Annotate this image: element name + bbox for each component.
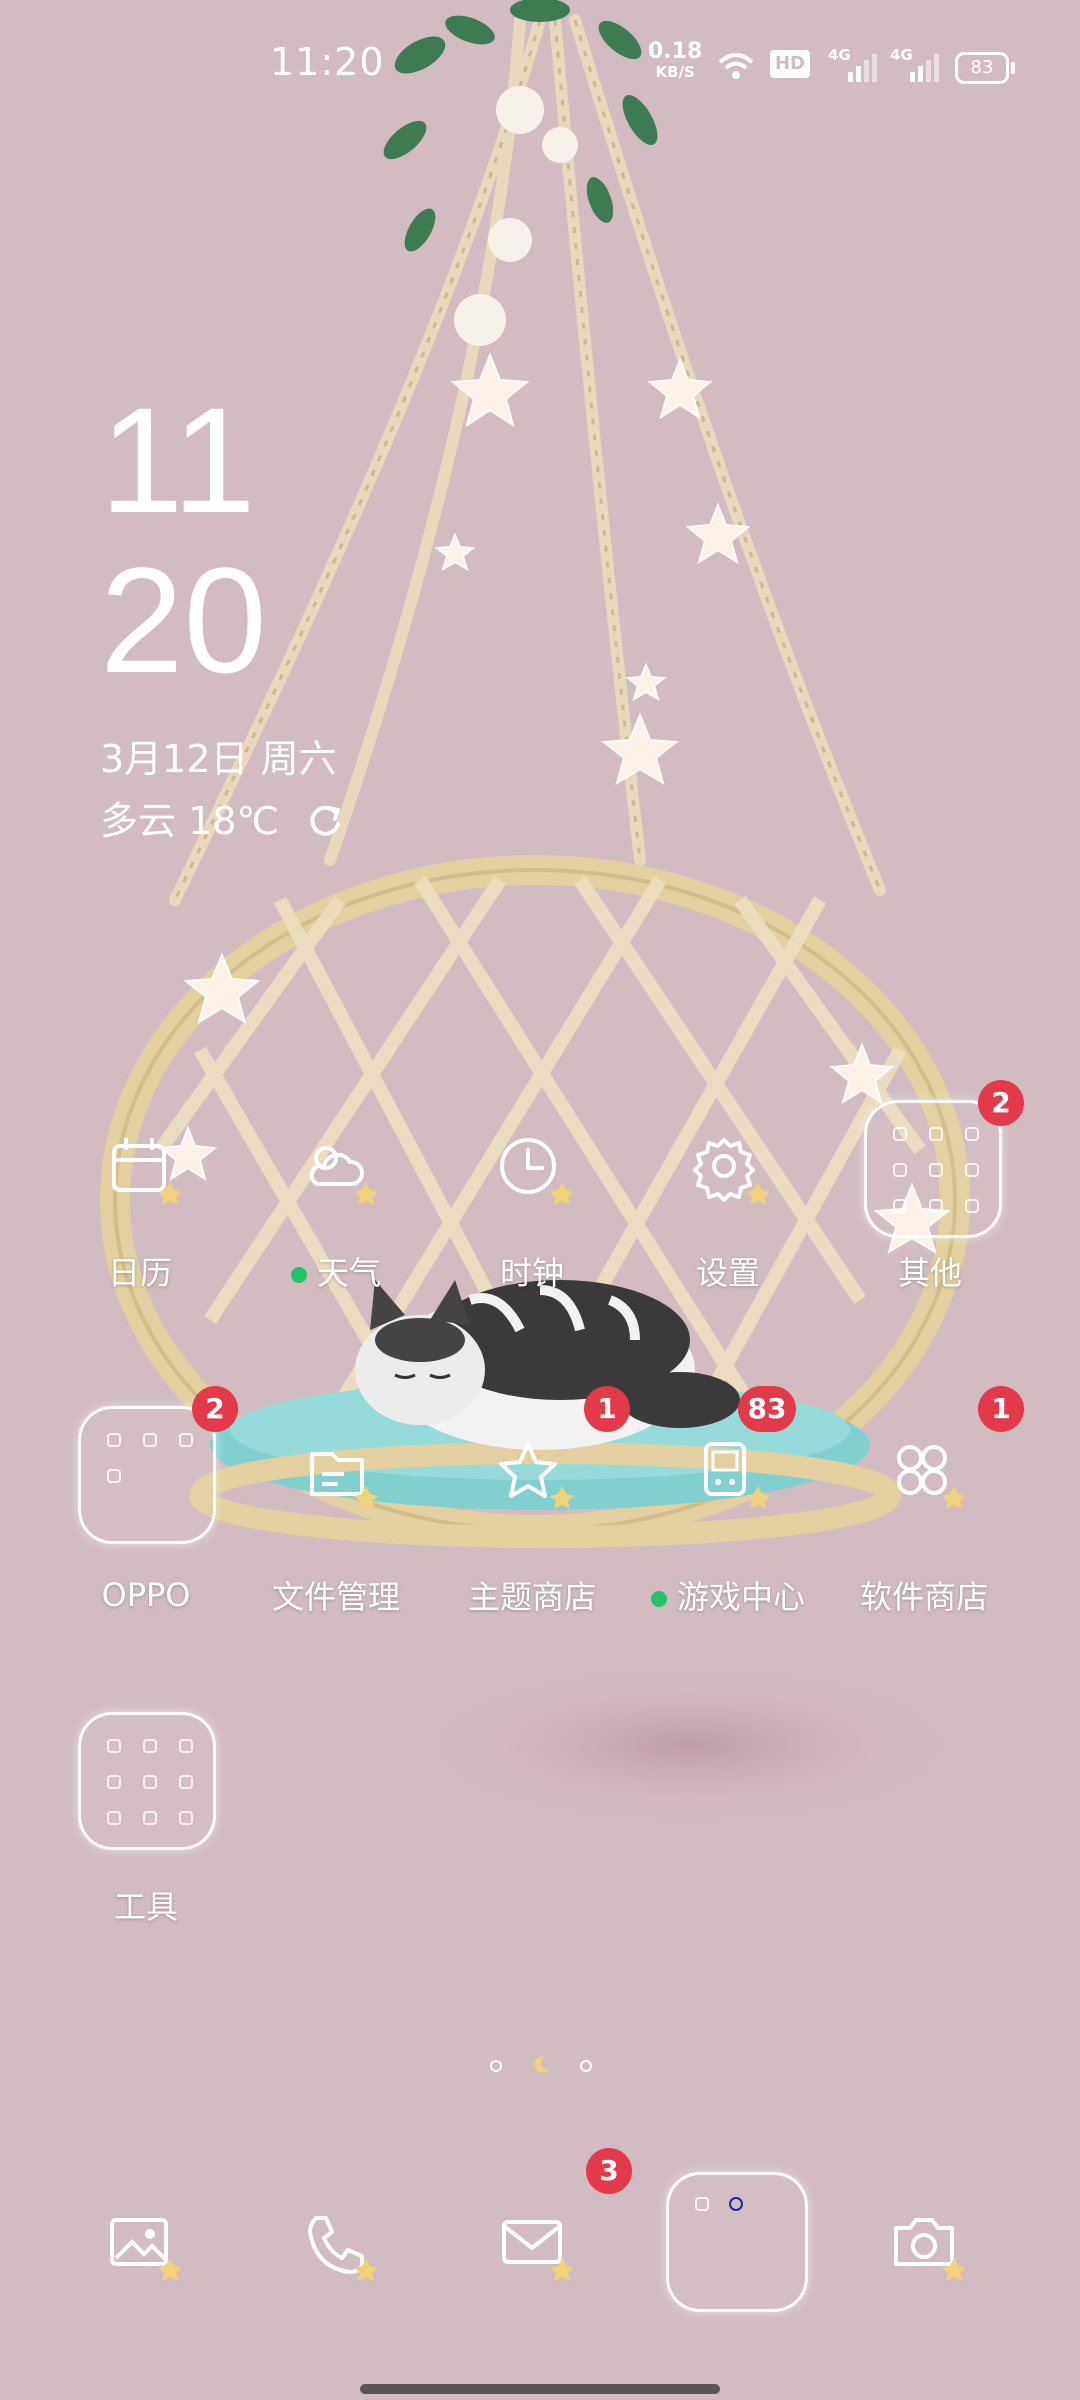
app-label: 软件商店 [859, 1578, 988, 1616]
app-calendar[interactable]: 日历 [50, 1120, 230, 1310]
clock-hour[interactable]: 11 [100, 385, 256, 535]
app-label-text: 游戏中心 [676, 1578, 805, 1616]
dock-folder[interactable] [666, 2172, 808, 2312]
folder-file-icon [310, 1452, 378, 1509]
camera-icon [894, 2218, 966, 2281]
app-software-store[interactable]: 软件商店 1 [834, 1386, 1024, 1624]
dock-gallery[interactable] [50, 2196, 230, 2306]
signal-type-label-2: 4G [890, 46, 913, 64]
star-icon [499, 1442, 574, 1509]
page-dot-1[interactable] [490, 2060, 502, 2072]
app-file-manager[interactable]: 文件管理 [246, 1424, 426, 1624]
signal-strength-icon-sim1: 4G [828, 46, 877, 82]
phone-icon [308, 2216, 378, 2281]
gear-icon [693, 1138, 770, 1205]
network-speed: 0.18 KB/S [648, 39, 703, 82]
notification-badge: 83 [738, 1386, 796, 1432]
dock-phone[interactable] [246, 2196, 426, 2306]
battery-icon: 83 [955, 52, 1015, 84]
folder-icon [78, 1406, 216, 1544]
wifi-icon [718, 53, 754, 79]
gallery-icon [110, 2218, 182, 2281]
network-speed-unit: KB/S [655, 63, 695, 81]
gamepad-icon [704, 1442, 770, 1509]
app-label-text: 天气 [316, 1254, 381, 1292]
signal-strength-icon-sim2: 4G [890, 46, 939, 82]
page-dot-3[interactable] [580, 2060, 592, 2072]
online-dot [650, 1591, 667, 1607]
moon-icon[interactable] [530, 2054, 552, 2076]
weather-icon [309, 1146, 378, 1205]
notification-badge: 2 [192, 1386, 238, 1432]
notification-badge: 3 [586, 2148, 632, 2194]
weather-text: 多云 18℃ [100, 799, 280, 843]
apps-grid-icon [897, 1445, 966, 1509]
folder-oppo[interactable]: OPPO 2 [56, 1386, 238, 1616]
app-label: 工具 [113, 1888, 178, 1926]
app-label: 其他 [897, 1254, 962, 1292]
notification-badge: 1 [584, 1386, 630, 1432]
dock-folder-dot [729, 2197, 743, 2211]
mail-icon [502, 2220, 574, 2281]
calendar-icon [112, 1138, 182, 1205]
status-time: 11:20 [270, 40, 385, 84]
weather-label[interactable]: 多云 18℃ [100, 790, 345, 845]
notification-badge: 2 [978, 1080, 1024, 1126]
folder-icon [78, 1712, 216, 1850]
app-settings[interactable]: 设置 [638, 1120, 818, 1310]
hd-voice-icon: HD [770, 50, 810, 78]
folder-tools[interactable]: 工具 [56, 1712, 236, 1926]
clock-icon [500, 1138, 574, 1205]
gesture-nav-bar[interactable] [360, 2384, 720, 2394]
app-weather[interactable]: 天气 [246, 1120, 426, 1310]
app-clock[interactable]: 时钟 [442, 1120, 622, 1310]
refresh-icon[interactable] [305, 800, 345, 840]
clock-minute[interactable]: 20 [100, 545, 267, 695]
dock-messages[interactable]: 3 [442, 2148, 632, 2306]
signal-type-label-1: 4G [828, 46, 851, 64]
date-label[interactable]: 3月12日 周六 [100, 728, 337, 783]
folder-icon [864, 1100, 1002, 1238]
folder-other[interactable]: 其他 2 [840, 1080, 1024, 1310]
app-game-center[interactable]: 游戏中心 83 [638, 1386, 818, 1624]
network-speed-value: 0.18 [648, 39, 703, 64]
dock-camera[interactable] [834, 2196, 1014, 2306]
page-indicator[interactable] [488, 2054, 598, 2078]
app-theme-store[interactable]: 主题商店 1 [442, 1386, 630, 1624]
online-dot [290, 1267, 307, 1283]
notification-badge: 1 [978, 1386, 1024, 1432]
